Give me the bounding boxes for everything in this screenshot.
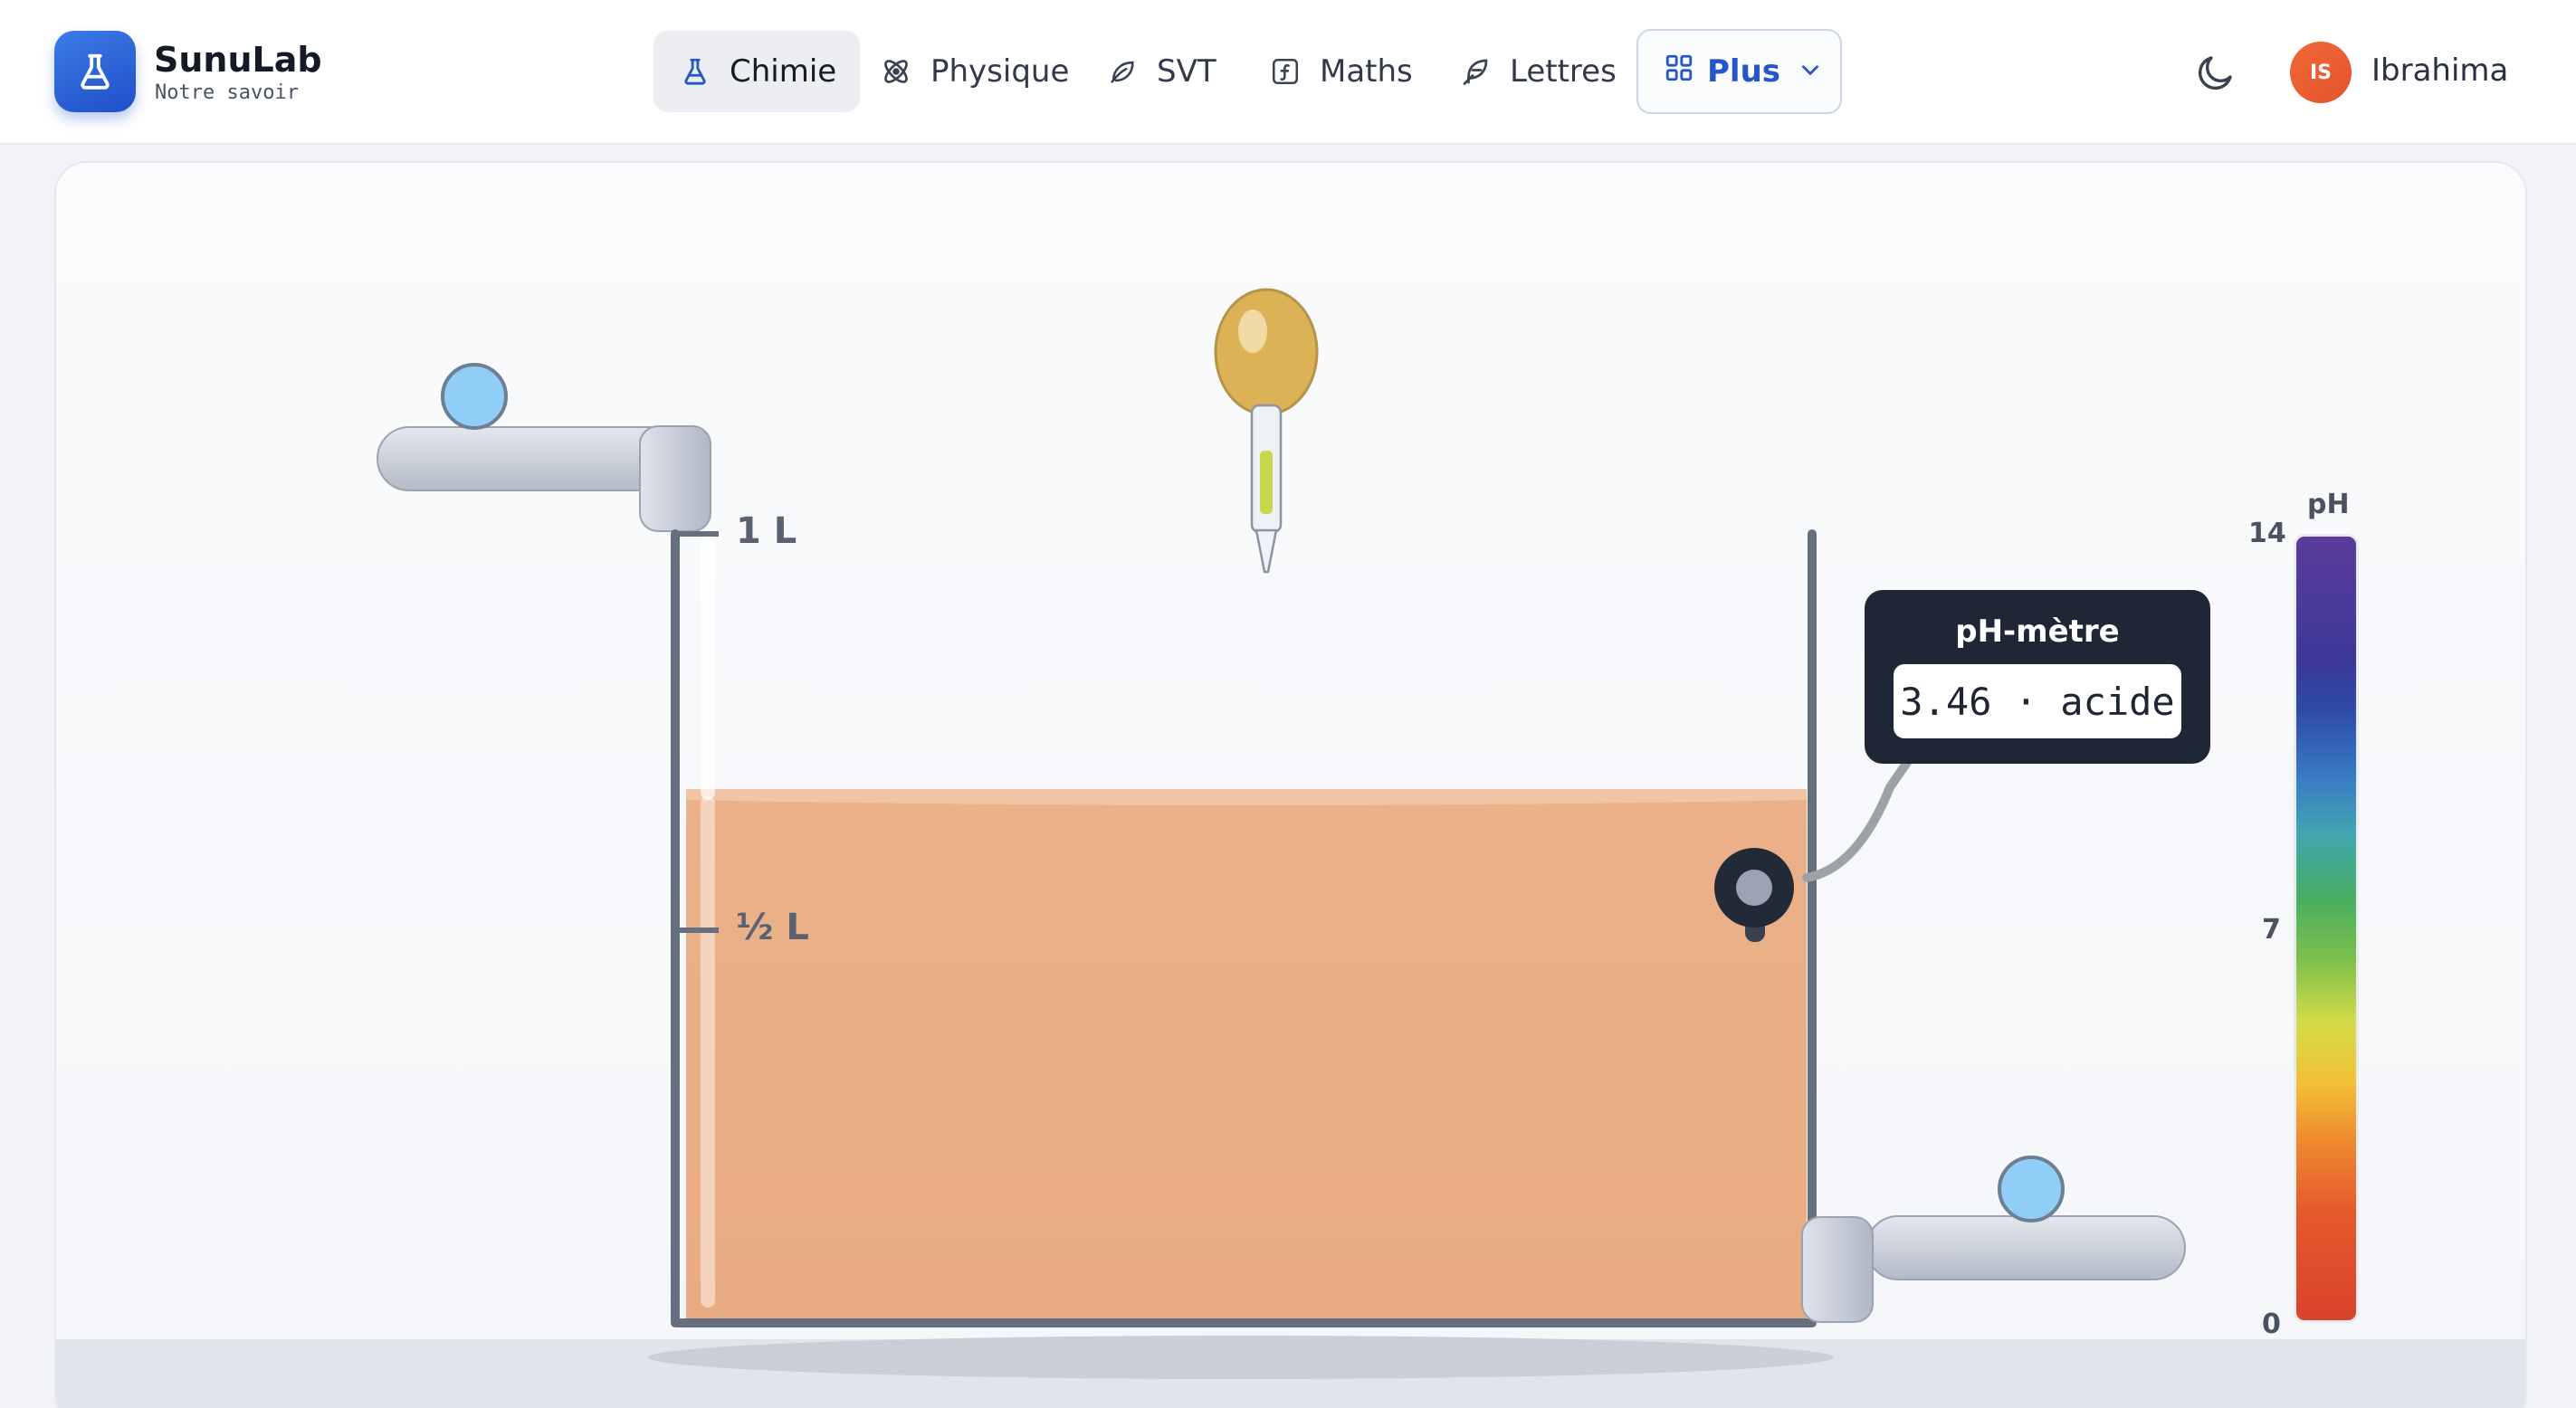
brand-tagline: Notre savoir	[155, 81, 299, 104]
nav-item-label: Physique	[930, 53, 1070, 90]
nav-item-physique[interactable]: Physique	[854, 31, 1092, 112]
tank-mark-full: 1 L	[736, 510, 797, 552]
ph-meter-reading: 3.46 · acide	[1894, 664, 2181, 738]
nav-item-label: SVT	[1157, 53, 1216, 90]
nav-item-svt[interactable]: SVT	[1081, 31, 1240, 112]
liquid	[686, 789, 1807, 1321]
ph-scale-label-min: 0	[2262, 1308, 2281, 1340]
ph-meter-title: pH-mètre	[1955, 614, 2120, 650]
flask-icon	[677, 53, 713, 90]
avatar[interactable]: IS	[2290, 42, 2352, 103]
user-name[interactable]: Ibrahima	[2371, 52, 2508, 89]
nav-item-maths[interactable]: Maths	[1244, 31, 1436, 112]
lab-scene	[377, 288, 2186, 1327]
tank-mark-half: ½ L	[736, 907, 809, 948]
moon-icon	[2199, 56, 2232, 90]
ph-color-scale	[2294, 534, 2359, 1323]
leaf-icon	[1104, 53, 1140, 90]
ph-meter: pH-mètre 3.46 · acide	[1865, 590, 2210, 764]
outlet-valve-knob[interactable]	[1998, 1156, 2065, 1222]
feather-icon	[1457, 53, 1493, 90]
nav-item-lettres[interactable]: Lettres	[1434, 31, 1640, 112]
grid-icon	[1664, 52, 1694, 91]
nav-item-label: Chimie	[730, 53, 837, 90]
flask-icon	[81, 53, 110, 90]
nav-item-chimie[interactable]: Chimie	[654, 31, 861, 112]
atom-icon	[878, 53, 914, 90]
brand-name: SunuLab	[154, 40, 322, 80]
theme-toggle-button[interactable]	[2194, 51, 2237, 94]
dropper[interactable]	[1214, 288, 1319, 574]
chevron-down-icon	[1798, 53, 1822, 90]
inlet-pipe	[377, 425, 711, 532]
ph-scale-label-mid: 7	[2262, 914, 2281, 946]
nav-item-label: Maths	[1320, 53, 1413, 90]
nav-more-dropdown[interactable]: Plus	[1636, 29, 1842, 114]
nav-more-label: Plus	[1707, 53, 1781, 90]
logo[interactable]	[54, 31, 136, 112]
nav-item-label: Lettres	[1510, 53, 1617, 90]
simulation-panel: 1 L ½ L pH-mètre 3.46 · acide pH 14 7 0	[54, 161, 2527, 1408]
ph-scale-title: pH	[2307, 489, 2350, 520]
inlet-valve-knob[interactable]	[441, 363, 508, 430]
function-icon	[1267, 53, 1303, 90]
outlet-pipe	[1801, 1215, 2186, 1323]
ph-scale-label-max: 14	[2248, 518, 2286, 549]
top-navigation-bar: SunuLab Notre savoir Chimie Physique SVT	[0, 0, 2576, 145]
